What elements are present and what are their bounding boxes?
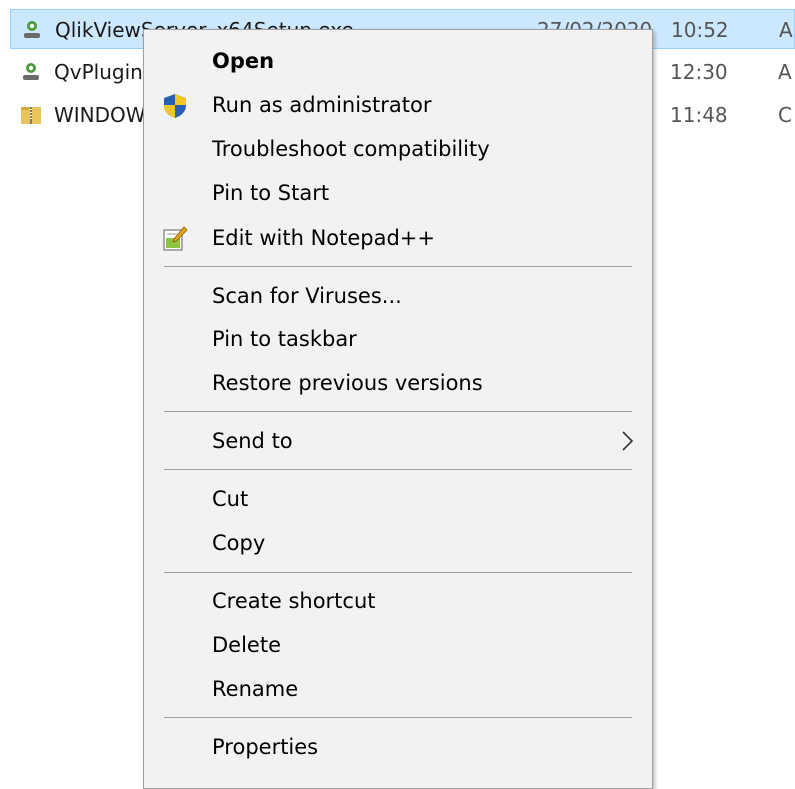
menu-separator (164, 411, 632, 412)
menu-item-label: Cut (212, 487, 249, 511)
menu-item-scan-for-viruses[interactable]: Scan for Viruses... (144, 274, 652, 318)
menu-item-edit-with-notepad[interactable]: Edit with Notepad++ (144, 216, 652, 260)
file-type: C (778, 103, 792, 127)
menu-item-label: Open (212, 49, 275, 73)
qlik-app-icon (24, 21, 40, 38)
menu-item-pin-to-taskbar[interactable]: Pin to taskbar (144, 317, 652, 361)
uac-shield-icon (164, 94, 186, 118)
menu-item-label: Copy (212, 531, 266, 555)
chevron-right-icon (622, 431, 634, 451)
qlik-app-icon (23, 63, 39, 80)
menu-item-create-shortcut[interactable]: Create shortcut (144, 579, 652, 623)
menu-item-label: Pin to taskbar (212, 327, 357, 351)
zip-folder-icon (21, 107, 41, 124)
menu-item-cut[interactable]: Cut (144, 477, 652, 521)
menu-item-delete[interactable]: Delete (144, 623, 652, 667)
menu-item-label: Scan for Viruses... (212, 284, 402, 308)
menu-item-label: Troubleshoot compatibility (212, 137, 490, 161)
menu-separator (164, 572, 632, 573)
menu-item-run-as-administrator[interactable]: Run as administrator (144, 83, 652, 127)
menu-separator (164, 717, 632, 718)
file-type: A (779, 18, 793, 42)
menu-item-properties[interactable]: Properties (144, 725, 652, 769)
file-name: WINDOW (54, 103, 146, 127)
menu-item-send-to[interactable]: Send to (144, 419, 652, 463)
file-name: QvPlugin (54, 60, 143, 84)
menu-item-label: Restore previous versions (212, 371, 483, 395)
notepad-plus-plus-icon (163, 226, 188, 251)
menu-item-label: Create shortcut (212, 589, 376, 613)
menu-item-label: Run as administrator (212, 93, 432, 117)
menu-item-pin-to-start[interactable]: Pin to Start (144, 171, 652, 215)
menu-item-troubleshoot-compatibility[interactable]: Troubleshoot compatibility (144, 127, 652, 171)
menu-item-label: Properties (212, 735, 319, 759)
menu-item-restore-previous-versions[interactable]: Restore previous versions (144, 361, 652, 405)
menu-item-copy[interactable]: Copy (144, 521, 652, 565)
file-time: 12:30 (670, 60, 728, 84)
menu-item-label: Edit with Notepad++ (212, 226, 436, 250)
menu-item-rename[interactable]: Rename (144, 667, 652, 711)
menu-item-open[interactable]: Open (144, 39, 652, 83)
menu-item-label: Pin to Start (212, 181, 330, 205)
context-menu: Open Run as administrator Troubleshoot c… (143, 29, 653, 789)
menu-item-label: Send to (212, 429, 293, 453)
file-time: 10:52 (671, 18, 729, 42)
menu-separator (164, 266, 632, 267)
file-type: A (778, 60, 792, 84)
menu-item-label: Delete (212, 633, 281, 657)
file-time: 11:48 (670, 103, 728, 127)
menu-separator (164, 469, 632, 470)
menu-item-label: Rename (212, 677, 299, 701)
